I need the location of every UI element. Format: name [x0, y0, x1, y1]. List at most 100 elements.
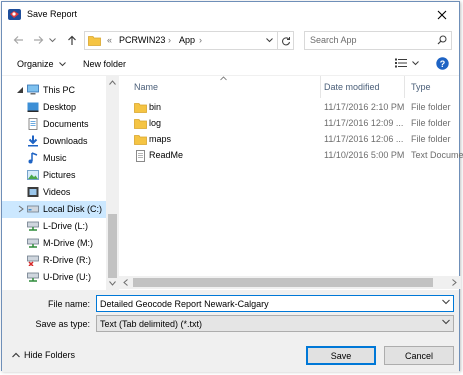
column-headers: Name Date modified Type: [119, 76, 461, 98]
search-icon[interactable]: [437, 35, 447, 45]
file-date: 11/10/2016 5:00 PM: [324, 150, 405, 160]
column-name[interactable]: Name: [134, 82, 158, 92]
nav-item-music[interactable]: Music: [2, 150, 106, 167]
nav-item-label: U-Drive (U:): [43, 272, 91, 282]
address-bar[interactable]: « PCRWIN23 › App ›: [84, 31, 294, 50]
scroll-right-button[interactable]: [448, 276, 461, 289]
column-divider[interactable]: [404, 76, 405, 98]
scroll-thumb[interactable]: [133, 278, 433, 287]
breadcrumb-app[interactable]: App: [179, 35, 195, 45]
forward-button[interactable]: [30, 31, 46, 49]
nav-item-downloads[interactable]: Downloads: [2, 133, 106, 150]
nav-item-label: L-Drive (L:): [43, 221, 89, 231]
save-button[interactable]: Save: [306, 346, 376, 365]
column-type[interactable]: Type: [411, 82, 431, 92]
nav-item-desktop[interactable]: Desktop: [2, 99, 106, 116]
file-list: Name Date modified Type bin 11/17/2016 2…: [119, 76, 463, 290]
computer-icon: [27, 84, 39, 95]
back-button[interactable]: [10, 31, 26, 49]
network-drive-icon: [27, 221, 39, 231]
address-overflow[interactable]: «: [107, 35, 112, 45]
breadcrumb-separator: ›: [199, 35, 202, 45]
search-input[interactable]: Search App: [310, 35, 357, 45]
collapsed-arrow-icon[interactable]: [17, 205, 25, 213]
nav-item-videos[interactable]: Videos: [2, 184, 106, 201]
folder-icon: [88, 36, 101, 46]
text-document-icon: [136, 150, 145, 162]
nav-item-label: Pictures: [43, 170, 76, 180]
breadcrumb-pcrwin23[interactable]: PCRWIN23: [119, 35, 165, 45]
navigation-pane: This PC Desktop Documents Downloads Musi…: [2, 76, 119, 290]
organize-label: Organize: [17, 59, 54, 69]
hide-folders-button[interactable]: Hide Folders: [12, 350, 75, 360]
address-dropdown-button[interactable]: [262, 32, 276, 49]
nav-item-r-drive[interactable]: R-Drive (R:): [2, 252, 106, 269]
nav-item-label: Desktop: [43, 102, 77, 112]
nav-item-label: R-Drive (R:): [43, 255, 91, 265]
dialog-title: Save Report: [27, 9, 78, 19]
save-as-type-value: Text (Tab delimited) (*.txt): [100, 319, 203, 329]
browser-body: This PC Desktop Documents Downloads Musi…: [2, 76, 463, 290]
nav-item-label: Documents: [43, 119, 89, 129]
save-options-panel: File name: Detailed Geocode Report Newar…: [2, 290, 459, 372]
file-name-input[interactable]: Detailed Geocode Report Newark-Calgary: [100, 299, 269, 309]
nav-item-documents[interactable]: Documents: [2, 116, 106, 133]
file-list-scrollbar[interactable]: [119, 276, 461, 289]
save-as-type-select[interactable]: Text (Tab delimited) (*.txt): [96, 315, 454, 332]
nav-item-u-drive[interactable]: U-Drive (U:): [2, 269, 106, 286]
nav-item-m-drive[interactable]: M-Drive (M:): [2, 235, 106, 252]
file-row[interactable]: log 11/17/2016 12:09 ... File folder: [129, 116, 461, 132]
nav-item-label: Local Disk (C:): [43, 204, 103, 214]
forward-arrow-icon: [33, 36, 43, 44]
close-button[interactable]: [431, 5, 453, 25]
save-as-type-label: Save as type:: [35, 319, 90, 329]
file-row[interactable]: bin 11/17/2016 2:10 PM File folder: [129, 100, 461, 116]
chevron-down-icon: [109, 281, 116, 286]
folder-icon: [134, 119, 147, 129]
nav-item-label: Music: [43, 153, 67, 163]
svg-text:?: ?: [440, 59, 446, 69]
column-date-modified[interactable]: Date modified: [324, 82, 380, 92]
scroll-left-button[interactable]: [119, 276, 132, 289]
details-view-icon: [395, 58, 407, 68]
expanded-arrow-icon[interactable]: [16, 86, 24, 94]
navigation-row: « PCRWIN23 › App › Search App: [2, 29, 459, 53]
column-divider[interactable]: [320, 76, 321, 98]
title-bar: Save Report: [2, 2, 459, 28]
file-name: bin: [149, 102, 162, 112]
new-folder-button[interactable]: New folder: [83, 59, 126, 69]
nav-item-l-drive[interactable]: L-Drive (L:): [2, 218, 106, 235]
nav-item-pictures[interactable]: Pictures: [2, 167, 106, 184]
nav-item-this-pc[interactable]: This PC: [2, 82, 106, 99]
sort-ascending-icon: [220, 76, 227, 81]
view-options-button[interactable]: [395, 58, 419, 70]
chevron-left-icon: [123, 279, 128, 286]
scroll-up-button[interactable]: [106, 76, 119, 89]
help-button[interactable]: ?: [436, 57, 449, 72]
file-date: 11/17/2016 12:09 ...: [324, 118, 404, 128]
chevron-down-icon: [48, 37, 56, 42]
up-arrow-icon: [68, 35, 76, 45]
chevron-down-icon: [59, 62, 66, 67]
scroll-down-button[interactable]: [106, 277, 119, 290]
scroll-thumb[interactable]: [108, 214, 117, 278]
up-button[interactable]: [64, 31, 80, 49]
file-name-field[interactable]: Detailed Geocode Report Newark-Calgary: [96, 295, 454, 312]
music-icon: [28, 152, 38, 164]
app-icon: [8, 9, 21, 20]
nav-item-local-disk[interactable]: Local Disk (C:): [2, 201, 106, 218]
recent-locations-button[interactable]: [46, 31, 58, 49]
file-row[interactable]: ReadMe 11/10/2016 5:00 PM Text Docume: [129, 148, 463, 164]
file-row[interactable]: maps 11/17/2016 12:06 ... File folder: [129, 132, 461, 148]
folder-icon: [134, 135, 147, 145]
local-disk-icon: [27, 205, 39, 213]
search-box[interactable]: Search App: [304, 31, 452, 50]
close-icon: [437, 10, 447, 20]
navigation-scrollbar[interactable]: [106, 76, 119, 290]
cancel-button[interactable]: Cancel: [384, 346, 454, 365]
chevron-down-icon[interactable]: [442, 299, 450, 305]
file-name: log: [149, 118, 162, 128]
file-name-label: File name:: [47, 299, 90, 309]
organize-button[interactable]: Organize: [17, 59, 66, 69]
refresh-button[interactable]: [277, 32, 293, 49]
